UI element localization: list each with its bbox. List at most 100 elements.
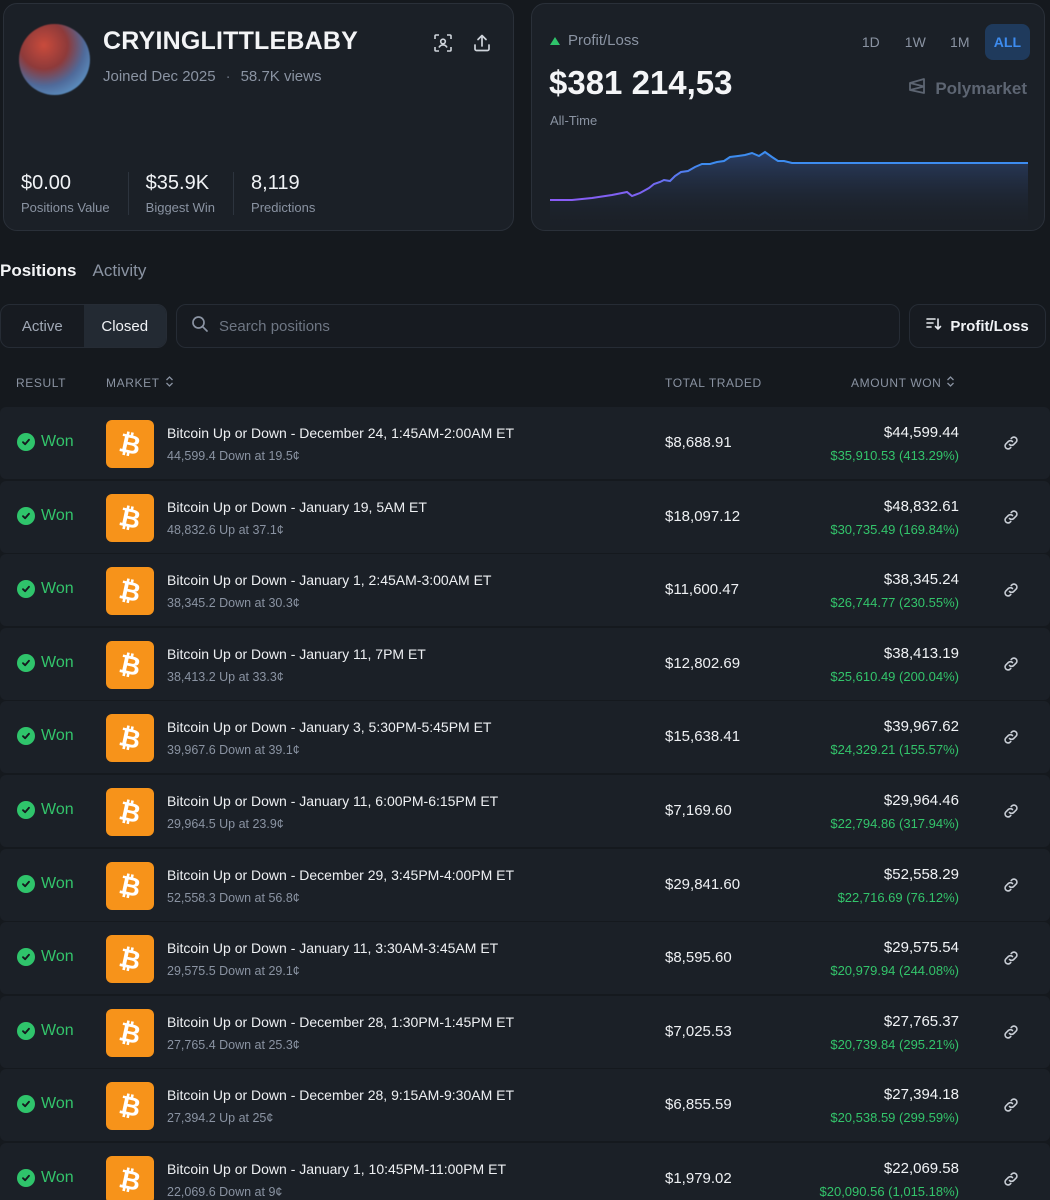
- bitcoin-icon: ₿: [106, 861, 154, 910]
- svg-text:₿: ₿: [116, 503, 143, 533]
- tab-activity[interactable]: Activity: [93, 261, 147, 281]
- link-icon[interactable]: [1001, 1095, 1021, 1115]
- svg-text:₿: ₿: [116, 1091, 143, 1121]
- svg-text:₿: ₿: [116, 1018, 143, 1048]
- result-label: Won: [41, 580, 74, 598]
- table-row[interactable]: Won ₿ Bitcoin Up or Down - January 3, 5:…: [0, 701, 1050, 774]
- range-tab-1w[interactable]: 1W: [896, 24, 935, 60]
- stat-label: Predictions: [251, 200, 316, 215]
- table-row[interactable]: Won ₿ Bitcoin Up or Down - December 28, …: [0, 1069, 1050, 1142]
- link-icon[interactable]: [1001, 1022, 1021, 1042]
- username: CRYINGLITTLEBABY: [103, 27, 359, 55]
- filter-closed-button[interactable]: Closed: [83, 305, 166, 347]
- result-cell: Won: [17, 727, 74, 746]
- share-icon[interactable]: [471, 32, 493, 54]
- svg-text:₿: ₿: [116, 723, 143, 753]
- table-row[interactable]: Won ₿ Bitcoin Up or Down - January 11, 3…: [0, 922, 1050, 995]
- total-traded: $29,841.60: [665, 875, 741, 893]
- market-title[interactable]: Bitcoin Up or Down - January 1, 10:45PM-…: [167, 1161, 506, 1177]
- main-tabs: Positions Activity: [0, 261, 146, 281]
- link-icon[interactable]: [1001, 580, 1021, 600]
- range-tab-1d[interactable]: 1D: [852, 24, 890, 60]
- amount-won: $38,345.24: [883, 571, 959, 589]
- amount-won: $29,575.54: [883, 939, 959, 957]
- svg-text:₿: ₿: [116, 650, 143, 680]
- amount-won: $39,967.62: [883, 718, 959, 736]
- range-tabs: 1D 1W 1M ALL: [852, 24, 1030, 60]
- filter-active-button[interactable]: Active: [1, 305, 84, 347]
- stat-value: $35.9K: [145, 172, 210, 194]
- table-row[interactable]: Won ₿ Bitcoin Up or Down - December 29, …: [0, 848, 1050, 921]
- market-title[interactable]: Bitcoin Up or Down - January 11, 6:00PM-…: [167, 793, 498, 809]
- bitcoin-icon: ₿: [106, 1156, 154, 1200]
- table-row[interactable]: Won ₿ Bitcoin Up or Down - January 11, 7…: [0, 627, 1050, 700]
- header-amount-won[interactable]: AMOUNT WON: [851, 376, 955, 390]
- market-position-detail: 29,575.5 Down at 29.1¢: [167, 964, 300, 979]
- table-row[interactable]: Won ₿ Bitcoin Up or Down - December 28, …: [0, 995, 1050, 1068]
- market-title[interactable]: Bitcoin Up or Down - December 28, 9:15AM…: [167, 1087, 514, 1103]
- link-icon[interactable]: [1001, 433, 1021, 453]
- table-row[interactable]: Won ₿ Bitcoin Up or Down - January 1, 10…: [0, 1143, 1050, 1200]
- market-position-detail: 48,832.6 Up at 37.1¢: [167, 522, 284, 537]
- brand-name: Polymarket: [935, 78, 1027, 98]
- amount-won: $29,964.46: [883, 792, 959, 809]
- sort-button[interactable]: Profit/Loss: [909, 304, 1046, 348]
- bitcoin-icon: ₿: [106, 493, 154, 542]
- polymarket-logo-icon: [907, 76, 927, 101]
- check-circle-icon: [17, 874, 35, 893]
- scan-icon[interactable]: [432, 32, 454, 54]
- sort-label: Profit/Loss: [950, 317, 1029, 335]
- market-title[interactable]: Bitcoin Up or Down - December 29, 3:45PM…: [167, 867, 514, 883]
- market-title[interactable]: Bitcoin Up or Down - January 1, 2:45AM-3…: [167, 572, 491, 588]
- view-count: 58.7K views: [240, 68, 322, 85]
- market-position-detail: 29,964.5 Up at 23.9¢: [167, 817, 284, 831]
- profile-stats: $0.00 Positions Value $35.9K Biggest Win…: [21, 172, 350, 215]
- link-icon[interactable]: [1001, 507, 1021, 527]
- stat-label: Positions Value: [21, 200, 110, 215]
- market-title[interactable]: Bitcoin Up or Down - December 28, 1:30PM…: [167, 1014, 514, 1030]
- link-icon[interactable]: [1001, 875, 1021, 895]
- stat-value: 8,119: [251, 172, 300, 194]
- check-circle-icon: [17, 801, 35, 819]
- tab-positions[interactable]: Positions: [0, 261, 77, 281]
- table-row[interactable]: Won ₿ Bitcoin Up or Down - January 11, 6…: [0, 775, 1050, 847]
- pnl-period: All-Time: [550, 113, 598, 128]
- profit-amount: $20,538.59 (299.59%): [830, 1110, 959, 1126]
- market-position-detail: 52,558.3 Down at 56.8¢: [167, 890, 300, 905]
- link-icon[interactable]: [1001, 654, 1021, 674]
- range-tab-1m[interactable]: 1M: [941, 24, 979, 60]
- header-market[interactable]: MARKET: [106, 376, 174, 390]
- result-label: Won: [41, 727, 74, 745]
- check-circle-icon: [17, 1095, 35, 1114]
- total-traded: $11,600.47: [665, 581, 739, 599]
- profit-amount: $20,979.94 (244.08%): [830, 963, 959, 979]
- svg-text:₿: ₿: [116, 944, 143, 974]
- result-cell: Won: [17, 801, 74, 819]
- market-title[interactable]: Bitcoin Up or Down - January 3, 5:30PM-5…: [167, 719, 491, 735]
- market-title[interactable]: Bitcoin Up or Down - January 11, 7PM ET: [167, 646, 426, 662]
- link-icon[interactable]: [1001, 1169, 1021, 1189]
- link-icon[interactable]: [1001, 801, 1021, 821]
- result-label: Won: [41, 506, 74, 524]
- market-title[interactable]: Bitcoin Up or Down - January 19, 5AM ET: [167, 499, 427, 515]
- total-traded: $8,688.91: [665, 434, 732, 451]
- result-cell: Won: [17, 653, 74, 672]
- table-row[interactable]: Won ₿ Bitcoin Up or Down - January 1, 2:…: [0, 554, 1050, 627]
- table-row[interactable]: Won ₿ Bitcoin Up or Down - December 24, …: [0, 407, 1050, 479]
- market-position-detail: 22,069.6 Down at 9¢: [167, 1185, 283, 1199]
- market-title[interactable]: Bitcoin Up or Down - December 24, 1:45AM…: [167, 425, 514, 441]
- stat-biggest-win: $35.9K Biggest Win: [145, 172, 235, 215]
- table-row[interactable]: Won ₿ Bitcoin Up or Down - January 19, 5…: [0, 480, 1050, 553]
- market-title[interactable]: Bitcoin Up or Down - January 11, 3:30AM-…: [167, 940, 498, 956]
- amount-won: $22,069.58: [883, 1160, 959, 1177]
- link-icon[interactable]: [1001, 727, 1021, 747]
- joined-date: Joined Dec 2025: [103, 68, 216, 85]
- profit-amount: $22,794.86 (317.94%): [830, 816, 959, 831]
- amount-won: $52,558.29: [883, 865, 959, 883]
- avatar[interactable]: [19, 24, 90, 95]
- search-input[interactable]: [219, 317, 819, 335]
- result-label: Won: [41, 433, 74, 450]
- range-tab-all[interactable]: ALL: [984, 24, 1030, 60]
- link-icon[interactable]: [1001, 948, 1021, 968]
- pnl-label: Profit/Loss: [568, 32, 639, 49]
